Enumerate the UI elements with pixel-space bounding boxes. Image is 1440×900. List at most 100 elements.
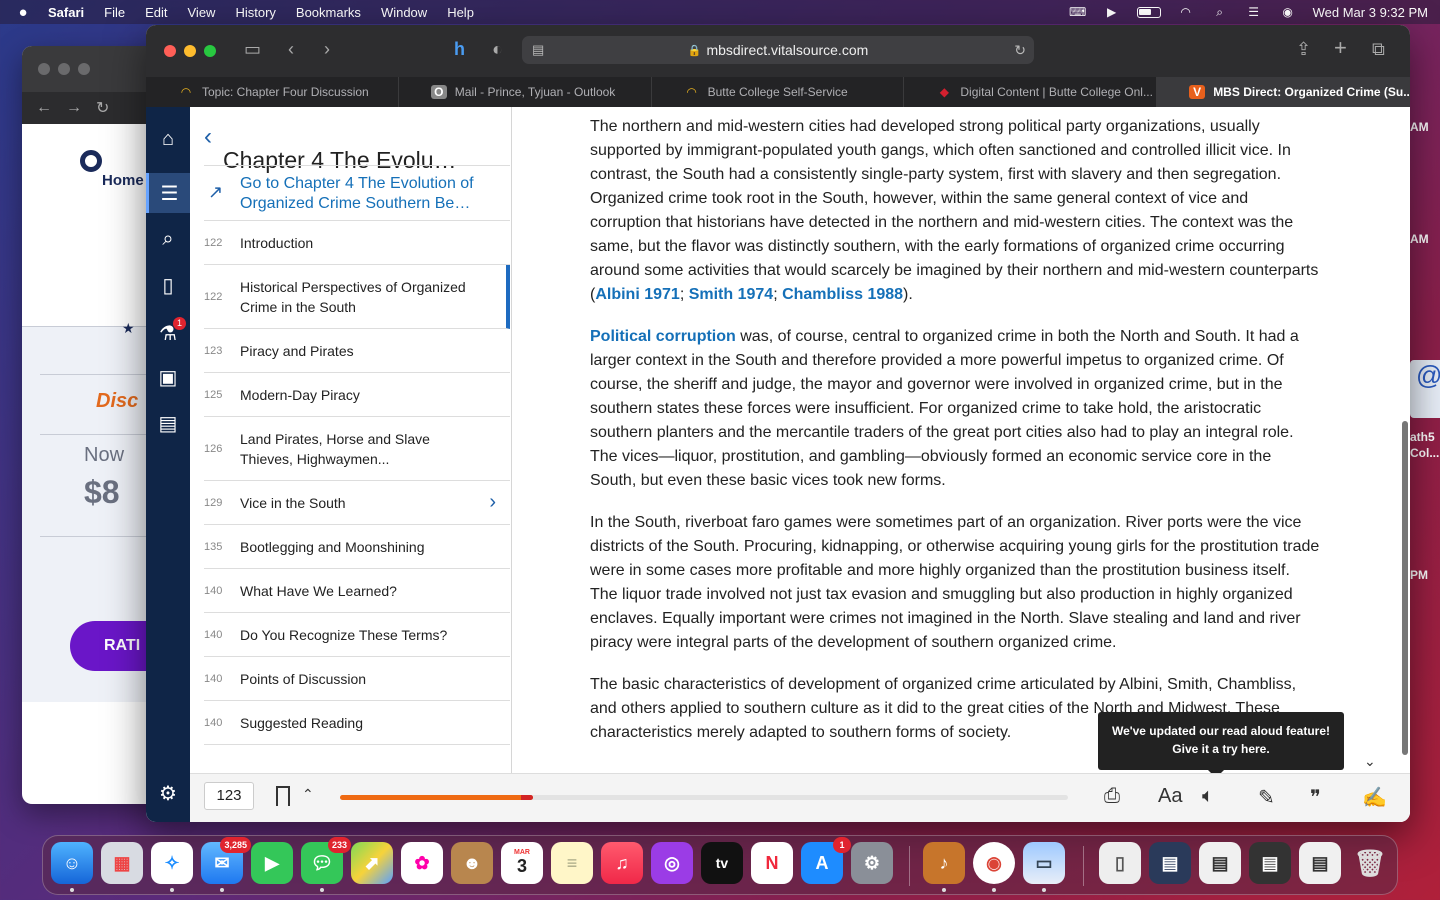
toc-item[interactable]: 140 Suggested Reading <box>204 701 510 745</box>
apple-tv-icon[interactable]: tv <box>701 842 743 884</box>
photos-icon[interactable]: ✿ <box>401 842 443 884</box>
bookmark-icon[interactable] <box>276 786 290 810</box>
menu-history[interactable]: History <box>235 5 275 20</box>
flashcards-flask-icon[interactable]: ⚗ 1 <box>146 313 190 353</box>
app-store-icon[interactable]: A 1 <box>801 837 851 884</box>
print-icon[interactable]: ⎙ <box>1104 785 1120 808</box>
minimized-window-thumbnail[interactable]: ▤ <box>1149 842 1191 884</box>
menu-file[interactable]: File <box>104 5 125 20</box>
forward-chevron-icon[interactable]: › <box>324 39 330 60</box>
tab-digital-content[interactable]: ◆ Digital Content | Butte College Onl... <box>904 77 1158 107</box>
reader-scrollbar[interactable] <box>1402 421 1408 755</box>
toc-back-chevron-icon[interactable]: ‹ <box>204 123 212 151</box>
toc-goto-chapter[interactable]: ↗ Go to Chapter 4 The Evolution of Organ… <box>204 165 510 221</box>
calendar-icon[interactable]: MAR 3 <box>501 842 543 884</box>
sidebar-toggle-icon[interactable]: ▭ <box>244 39 261 60</box>
citation-link[interactable]: Chambliss 1988 <box>782 286 903 303</box>
toc-item[interactable]: 140 Points of Discussion <box>204 657 510 701</box>
messages-icon[interactable]: 💬︎ 233 <box>301 837 351 884</box>
mail-icon[interactable]: ✉ 3,285 <box>201 837 251 884</box>
forward-arrow-icon[interactable]: → <box>66 99 82 117</box>
toc-item-current[interactable]: 122 Historical Perspectives of Organized… <box>204 265 510 329</box>
reload-icon[interactable]: ↻ <box>96 98 109 118</box>
home-icon[interactable]: ⌂ <box>146 119 190 159</box>
read-aloud-speaker-icon[interactable]: 🔈︎ <box>1202 785 1214 808</box>
menu-edit[interactable]: Edit <box>145 5 167 20</box>
reload-icon[interactable]: ↻ <box>1014 42 1026 59</box>
table-of-contents-icon[interactable]: ☰ <box>146 173 190 213</box>
wifi-icon[interactable]: ◠ <box>1177 5 1195 19</box>
new-tab-icon[interactable]: + <box>1334 35 1347 61</box>
glossary-term-link[interactable]: Political corruption <box>590 328 736 345</box>
music-icon[interactable]: ♫ <box>601 842 643 884</box>
reading-progress-slider[interactable] <box>340 795 1068 800</box>
launchpad-icon[interactable]: ▦ <box>101 842 143 884</box>
settings-gear-icon[interactable]: ⚙ <box>146 773 190 813</box>
tab-overview-icon[interactable]: ⧉ <box>1372 39 1385 60</box>
notebook-icon[interactable]: ▤ <box>146 403 190 443</box>
maps-icon[interactable]: ⬈ <box>351 842 393 884</box>
siri-icon[interactable]: ◉ <box>1279 5 1297 19</box>
minimized-window-thumbnail[interactable]: ▤ <box>1249 842 1291 884</box>
back-window-zoom-dot[interactable] <box>78 63 90 75</box>
toc-item[interactable]: 123 Piracy and Pirates <box>204 329 510 373</box>
highlighter-icon[interactable]: ✎ <box>1258 785 1275 810</box>
menu-bookmarks[interactable]: Bookmarks <box>296 5 361 20</box>
minimized-window-thumbnail[interactable]: ▤ <box>1299 842 1341 884</box>
bookmark-chevron-up-icon[interactable]: ⌃ <box>302 786 314 803</box>
menu-clock[interactable]: Wed Mar 3 9:32 PM <box>1313 5 1428 20</box>
news-icon[interactable]: N <box>751 842 793 884</box>
battery-icon[interactable] <box>1136 6 1161 18</box>
keyboard-icon[interactable]: ⌨ <box>1069 5 1087 19</box>
tab-mbs-direct[interactable]: V MBS Direct: Organized Crime (Su... <box>1157 77 1410 107</box>
toc-item[interactable]: 122 Introduction <box>204 221 510 265</box>
reader-text-area[interactable]: The northern and mid-western cities had … <box>512 107 1410 773</box>
window-zoom-button[interactable] <box>204 45 216 57</box>
trash-icon[interactable]: 🗑︎ <box>1349 842 1391 884</box>
tab-topic-discussion[interactable]: ◠ Topic: Chapter Four Discussion <box>146 77 399 107</box>
apple-menu-icon[interactable]: ● <box>12 4 34 21</box>
tab-self-service[interactable]: ◠ Butte College Self-Service <box>652 77 905 107</box>
toc-item[interactable]: 125 Modern-Day Piracy <box>204 373 510 417</box>
safari-icon[interactable]: ✧ <box>151 842 193 884</box>
preview-icon[interactable]: ▭ <box>1023 842 1065 884</box>
honey-extension-icon[interactable]: h <box>454 39 465 60</box>
privacy-shield-icon[interactable]: ◐ <box>492 39 503 60</box>
back-window-close-dot[interactable] <box>38 63 50 75</box>
toc-item[interactable]: 135 Bootlegging and Moonshining <box>204 525 510 569</box>
document-file-icon[interactable]: ▯ <box>1099 842 1141 884</box>
garageband-icon[interactable]: ♪ <box>923 842 965 884</box>
figures-image-icon[interactable]: ▣ <box>146 357 190 397</box>
podcasts-icon[interactable]: ◎ <box>651 842 693 884</box>
tab-outlook-mail[interactable]: O Mail - Prince, Tyjuan - Outlook <box>399 77 652 107</box>
toc-item[interactable]: 140 Do You Recognize These Terms? <box>204 613 510 657</box>
toc-item[interactable]: 129 Vice in the South › <box>204 481 510 525</box>
system-preferences-icon[interactable]: ⚙ <box>851 842 893 884</box>
notes-icon[interactable]: ✍ <box>1362 785 1387 810</box>
menu-help[interactable]: Help <box>447 5 474 20</box>
spotlight-search-icon[interactable]: ⌕ <box>1211 5 1229 19</box>
menu-view[interactable]: View <box>188 5 216 20</box>
read-aloud-tooltip[interactable]: We've updated our read aloud feature! Gi… <box>1098 712 1344 778</box>
menu-window[interactable]: Window <box>381 5 427 20</box>
expand-chevron-right-icon[interactable]: › <box>489 491 496 514</box>
toc-item[interactable]: 126 Land Pirates, Horse and Slave Thieve… <box>204 417 510 481</box>
chrome-icon[interactable]: ◉ <box>973 842 1015 884</box>
address-bar[interactable]: ▤ 🔒 mbsdirect.vitalsource.com ↻ <box>522 36 1034 64</box>
menu-app-name[interactable]: Safari <box>48 5 84 20</box>
notes-app-icon[interactable]: ≡ <box>551 842 593 884</box>
toc-item[interactable]: 140 What Have We Learned? <box>204 569 510 613</box>
minimized-window-thumbnail[interactable]: ▤ <box>1199 842 1241 884</box>
back-arrow-icon[interactable]: ← <box>36 99 52 117</box>
facetime-icon[interactable]: ▶ <box>251 842 293 884</box>
citation-link[interactable]: Albini 1971 <box>595 286 679 303</box>
scroll-down-chevron-icon[interactable]: ⌄ <box>1364 753 1380 770</box>
share-icon[interactable]: ⇪ <box>1296 39 1311 60</box>
finder-icon[interactable]: ☺ <box>51 842 93 884</box>
contacts-icon[interactable]: ☻ <box>451 842 493 884</box>
page-number-input[interactable]: 123 <box>204 782 254 810</box>
font-settings-button[interactable]: Aa <box>1158 785 1182 808</box>
window-close-button[interactable] <box>164 45 176 57</box>
back-window-minimize-dot[interactable] <box>58 63 70 75</box>
citation-quote-icon[interactable]: ❞ <box>1310 785 1321 810</box>
